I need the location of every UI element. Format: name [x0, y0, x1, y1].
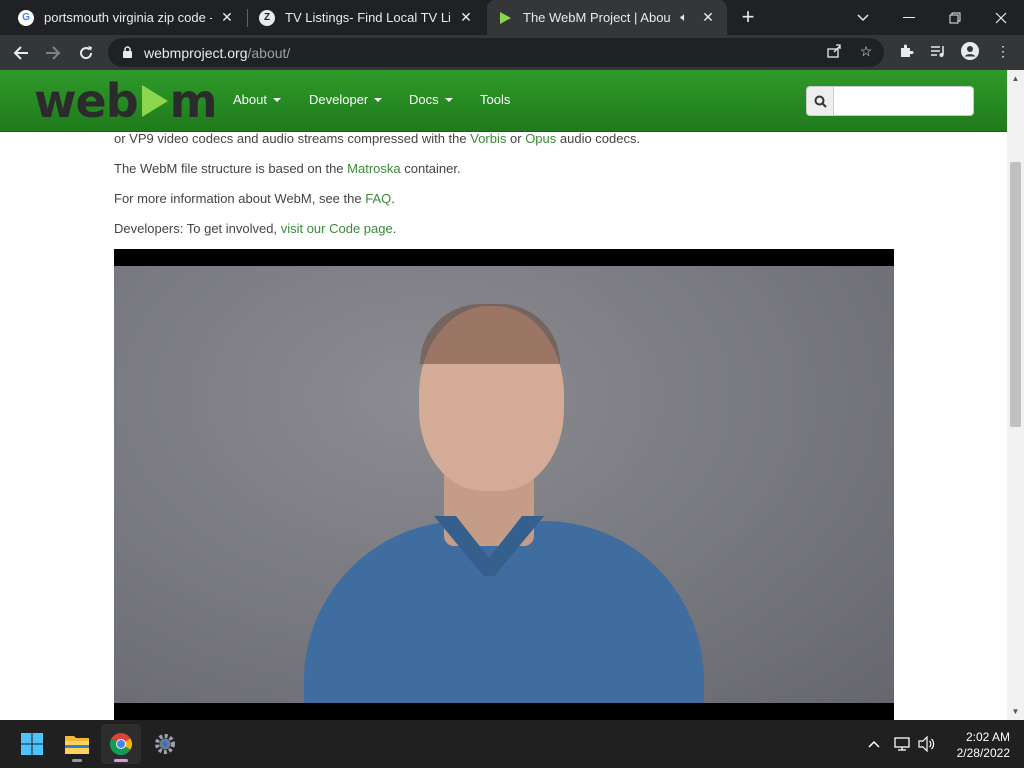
- scroll-thumb[interactable]: [1010, 162, 1021, 427]
- search-input[interactable]: [834, 86, 974, 116]
- extensions-icon[interactable]: [897, 42, 915, 60]
- webm-icon: [497, 10, 513, 26]
- show-hidden-icons-chevron-icon[interactable]: [864, 734, 884, 754]
- tab-webm-about[interactable]: The WebM Project | About W 🔈︎ ✕: [487, 0, 727, 35]
- close-icon[interactable]: ✕: [699, 9, 717, 27]
- nav-label: About: [233, 92, 267, 107]
- nav-about[interactable]: About: [233, 92, 281, 107]
- windows-icon: [21, 733, 43, 755]
- reload-button[interactable]: [71, 38, 101, 68]
- search-button[interactable]: [806, 86, 834, 116]
- address-bar[interactable]: webmproject.org/about/: [108, 38, 884, 67]
- text: For more information about WebM, see the: [114, 191, 366, 206]
- tab-title: TV Listings- Find Local TV Listing: [285, 10, 451, 25]
- page-viewport: web m About Developer Docs Tools or VP9 …: [0, 70, 1024, 720]
- back-button[interactable]: [6, 38, 36, 68]
- text: or VP9 video codecs and audio streams co…: [114, 131, 471, 146]
- site-search: [806, 86, 974, 116]
- text: .: [392, 221, 397, 236]
- video-frame: [114, 266, 894, 703]
- link-opus[interactable]: Opus: [525, 131, 556, 146]
- caret-down-icon: [374, 97, 383, 102]
- bookmark-star-icon[interactable]: ☆: [857, 42, 875, 60]
- tv-listings-icon: Z: [259, 9, 275, 26]
- share-icon[interactable]: [825, 42, 843, 60]
- tab-title: portsmouth virginia zip code - G: [44, 10, 212, 25]
- forward-button[interactable]: [38, 38, 68, 68]
- browser-toolbar: webmproject.org/about/ ☆ ⋮: [0, 35, 1024, 70]
- running-indicator: [114, 759, 128, 762]
- url-host: webmproject.org: [144, 44, 248, 61]
- close-icon[interactable]: ✕: [457, 9, 475, 27]
- video-subject-hair: [420, 304, 560, 364]
- paragraph-faq: For more information about WebM, see the…: [114, 191, 395, 206]
- logo-play-icon: [141, 85, 168, 117]
- tab-search-button[interactable]: [840, 0, 886, 35]
- paragraph-structure: The WebM file structure is based on the …: [114, 161, 461, 176]
- logo-text-m: m: [169, 74, 218, 128]
- nav-developer[interactable]: Developer: [309, 92, 383, 107]
- start-button[interactable]: [12, 724, 52, 764]
- tab-title: The WebM Project | About W: [523, 10, 671, 25]
- media-control-icon[interactable]: [929, 42, 947, 60]
- restore-button[interactable]: [932, 0, 978, 35]
- nav-label: Docs: [409, 92, 439, 107]
- text: The WebM file structure is based on the: [114, 161, 348, 176]
- nav-label: Tools: [480, 92, 511, 107]
- url-path: /about/: [247, 44, 291, 61]
- paragraph-codecs: or VP9 video codecs and audio streams co…: [114, 131, 640, 146]
- link-code-page[interactable]: visit our Code page: [281, 221, 393, 236]
- nav-label: Developer: [309, 92, 369, 107]
- audio-playing-icon[interactable]: 🔈︎: [675, 9, 693, 27]
- google-icon: G: [18, 9, 34, 26]
- text: .: [391, 191, 395, 206]
- folder-icon: [65, 736, 89, 754]
- text: container.: [400, 161, 461, 176]
- tab-google-search[interactable]: G portsmouth virginia zip code - G ✕: [8, 0, 246, 35]
- scroll-up-arrow-icon[interactable]: ▲: [1007, 70, 1024, 87]
- new-tab-button[interactable]: +: [735, 4, 761, 30]
- search-icon: [814, 95, 827, 108]
- text: Developers: To get involved,: [114, 221, 281, 236]
- clock-time: 2:02 AM: [965, 730, 1010, 744]
- settings-gear-icon: [155, 734, 175, 754]
- link-matroska[interactable]: Matroska: [347, 161, 400, 176]
- link-faq[interactable]: FAQ: [365, 191, 391, 206]
- minimize-button[interactable]: [886, 0, 932, 35]
- url-text: webmproject.org/about/: [144, 45, 290, 61]
- lock-icon[interactable]: [120, 46, 134, 60]
- site-navbar: web m About Developer Docs Tools: [0, 70, 1007, 132]
- nav-tools[interactable]: Tools: [480, 92, 510, 107]
- running-indicator: [72, 759, 82, 762]
- text: audio codecs.: [556, 131, 641, 146]
- link-vorbis[interactable]: Vorbis: [470, 131, 506, 146]
- webm-logo[interactable]: web m: [34, 74, 218, 128]
- paragraph-developers: Developers: To get involved, visit our C…: [114, 221, 396, 236]
- close-window-button[interactable]: [978, 0, 1024, 35]
- tab-tv-listings[interactable]: Z TV Listings- Find Local TV Listing ✕: [249, 0, 485, 35]
- tab-strip: G portsmouth virginia zip code - G ✕ Z T…: [0, 0, 1024, 35]
- chrome-icon: [110, 733, 132, 755]
- taskbar: 2:02 AM 2/28/2022: [0, 720, 1024, 768]
- caret-down-icon: [444, 97, 453, 102]
- taskbar-settings[interactable]: [145, 724, 185, 764]
- menu-kebab-icon[interactable]: ⋮: [994, 42, 1012, 60]
- taskbar-chrome[interactable]: [101, 724, 141, 764]
- network-icon[interactable]: [892, 734, 912, 754]
- logo-text-web: web: [34, 74, 139, 128]
- tab-separator: [247, 9, 248, 27]
- page-scrollbar[interactable]: ▲ ▼: [1007, 70, 1024, 720]
- scroll-down-arrow-icon[interactable]: ▼: [1007, 703, 1024, 720]
- system-clock[interactable]: 2:02 AM 2/28/2022: [940, 729, 1010, 761]
- caret-down-icon: [272, 97, 281, 102]
- video-player[interactable]: [114, 249, 894, 720]
- text: or: [506, 131, 526, 146]
- close-icon[interactable]: ✕: [218, 9, 236, 27]
- profile-icon[interactable]: [961, 42, 979, 60]
- volume-icon[interactable]: [917, 734, 937, 754]
- nav-docs[interactable]: Docs: [409, 92, 453, 107]
- clock-date: 2/28/2022: [956, 746, 1010, 760]
- taskbar-file-explorer[interactable]: [57, 724, 97, 764]
